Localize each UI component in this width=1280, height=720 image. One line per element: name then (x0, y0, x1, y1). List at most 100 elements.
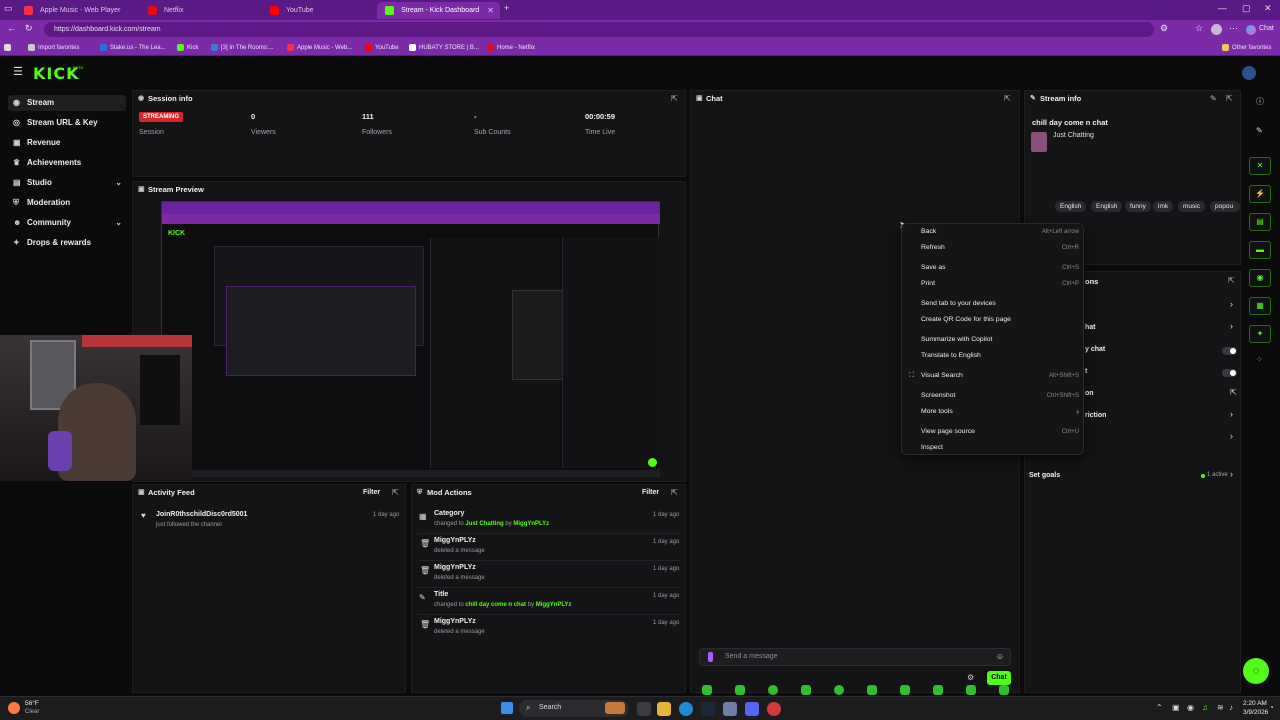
rail-chat-icon[interactable]: ▬ (1249, 241, 1271, 259)
toggle-switch[interactable] (1222, 369, 1237, 377)
mod-action-name[interactable]: MiggYnPLYz (434, 564, 476, 571)
ctx-save-as[interactable]: Save as Ctrl+S (902, 260, 1085, 276)
info-icon[interactable]: ⓘ (1256, 96, 1264, 107)
tray-chevron-icon[interactable]: ⌃ (1156, 703, 1163, 712)
rail-layout-icon[interactable]: ▦ (1249, 297, 1271, 315)
task-view-icon[interactable] (637, 702, 651, 716)
ctx-send-tab[interactable]: Send tab to your devices (902, 296, 1085, 312)
url-input[interactable]: https://dashboard.kick.com/stream (44, 22, 1154, 37)
tab-apple-music[interactable]: Apple Music - Web Player (16, 2, 140, 19)
ctx-view-source[interactable]: View page source Ctrl+U (902, 424, 1085, 440)
sidebar-item-achievements[interactable]: ♛ Achievements (8, 155, 126, 171)
bookmark-apple-music[interactable]: Apple Music - Web... (287, 42, 352, 54)
settings-icon[interactable] (723, 702, 737, 716)
sidebar-item-stream[interactable]: ◉ Stream (8, 95, 126, 111)
popout-icon[interactable]: ⇱ (1226, 94, 1233, 103)
stream-tag[interactable]: music (1178, 201, 1205, 212)
category-thumbnail[interactable] (1031, 132, 1047, 152)
copilot-icon[interactable] (1246, 25, 1256, 35)
stream-tag[interactable]: funny (1125, 201, 1151, 212)
quick-action-row[interactable]: hat (1085, 324, 1096, 331)
toggle-switch[interactable] (1222, 347, 1237, 355)
rail-broadcast-icon[interactable]: ◉ (1249, 269, 1271, 287)
new-tab-button[interactable]: + (504, 3, 509, 13)
more-menu-icon[interactable]: ⋯ (1229, 23, 1238, 34)
ctx-refresh[interactable]: Refresh Ctrl+R (902, 240, 1085, 256)
activity-filter-button[interactable]: Filter (363, 485, 380, 501)
sidebar-item-studio[interactable]: ▤ Studio ⌄ (8, 175, 126, 191)
popout-icon[interactable]: ⇱ (392, 488, 399, 497)
maximize-icon[interactable]: ▢ (1242, 3, 1251, 14)
quick-action-row[interactable]: on (1085, 390, 1094, 397)
tab-youtube[interactable]: YouTube (262, 2, 376, 19)
rail-tool-button[interactable]: ✕ (1249, 157, 1271, 175)
chevron-right-icon[interactable]: › (1230, 469, 1233, 479)
ctx-visual-search[interactable]: ⛶ Visual Search Alt+Shift+S (902, 368, 1085, 384)
bookmark-youtube[interactable]: YouTube (365, 42, 399, 54)
sidebar-item-revenue[interactable]: ▣ Revenue (8, 135, 126, 151)
bookmarks-icon[interactable] (4, 42, 14, 54)
emote-icon[interactable] (768, 685, 778, 695)
ctx-screenshot[interactable]: Screenshot Ctrl+Shift+S (902, 388, 1085, 404)
tray-app-icon[interactable]: ▣ (1172, 703, 1180, 712)
ctx-create-qr-code[interactable]: Create QR Code for this page (902, 312, 1085, 328)
stream-category[interactable]: Just Chatting (1053, 132, 1094, 139)
rail-more-icon[interactable]: ⁘ (1256, 355, 1263, 364)
popout-icon[interactable]: ⇱ (1228, 276, 1235, 285)
popout-icon[interactable]: ⇱ (671, 94, 678, 103)
chat-input-box[interactable]: Send a message ☺ (699, 648, 1011, 666)
obs-icon[interactable] (767, 702, 781, 716)
emote-icon[interactable] (801, 685, 811, 695)
stream-tag[interactable]: lmk (1153, 201, 1174, 212)
emote-icon[interactable] (867, 685, 877, 695)
emote-icon[interactable] (966, 685, 976, 695)
notification-bell-icon[interactable]: ◔ (1269, 703, 1274, 712)
back-arrow-icon[interactable]: ← (7, 23, 16, 33)
clock-date[interactable]: 3/9/2026 (1243, 709, 1268, 716)
chat-send-button[interactable]: Chat (987, 671, 1011, 685)
emote-icon[interactable] (735, 685, 745, 695)
tab-kick-dashboard[interactable]: Stream - Kick Dashboard ✕ (377, 2, 500, 19)
sidebar-item-drops-rewards[interactable]: ✦ Drops & rewards (8, 235, 126, 251)
tray-app-icon[interactable]: ◉ (1187, 703, 1194, 712)
emote-icon[interactable] (999, 685, 1009, 695)
emoji-icon[interactable]: ☺ (996, 652, 1004, 661)
chevron-right-icon[interactable]: › (1230, 431, 1233, 441)
hamburger-menu-icon[interactable]: ☰ (13, 65, 23, 78)
wifi-icon[interactable]: ≋ (1217, 703, 1224, 712)
bookmark-kick[interactable]: Kick (177, 42, 198, 54)
popout-icon[interactable]: ⇱ (1004, 94, 1011, 103)
chat-settings-icon[interactable]: ⚙ (967, 673, 974, 682)
ctx-more-tools[interactable]: More tools › (902, 404, 1085, 420)
close-tab-icon[interactable]: ✕ (487, 2, 494, 19)
file-explorer-icon[interactable] (657, 702, 671, 716)
ctx-print[interactable]: Print Ctrl+P (902, 276, 1085, 292)
copilot-label[interactable]: Chat (1259, 25, 1274, 32)
rail-clipboard-icon[interactable]: ▤ (1249, 213, 1271, 231)
profile-avatar[interactable] (1211, 24, 1222, 35)
stream-preview-video[interactable]: KICK (161, 201, 660, 477)
bookmark-import-favorites[interactable]: Import favorites (28, 42, 79, 54)
ctx-summarize-copilot[interactable]: Summarize with Copilot (902, 332, 1085, 348)
sidebar-item-community[interactable]: ☻ Community ⌄ (8, 215, 126, 231)
quick-action-row[interactable]: y chat (1085, 346, 1105, 353)
volume-icon[interactable]: ♪ (1229, 703, 1233, 712)
weather-temp[interactable]: 56°F (25, 700, 39, 707)
quick-action-row[interactable]: t (1085, 368, 1087, 375)
windows-start-icon[interactable] (501, 702, 513, 714)
refresh-icon[interactable]: ↻ (25, 23, 33, 34)
ctx-inspect[interactable]: Inspect (902, 440, 1085, 456)
external-link-icon[interactable]: ⇱ (1230, 388, 1237, 397)
emote-icon[interactable] (933, 685, 943, 695)
edge-icon[interactable] (679, 702, 693, 716)
minimize-icon[interactable]: — (1218, 3, 1227, 13)
quick-action-row[interactable]: riction (1085, 412, 1106, 419)
mod-filter-button[interactable]: Filter (642, 485, 659, 501)
ctx-back[interactable]: Back Alt+Left arrow (902, 224, 1085, 240)
close-window-icon[interactable]: ✕ (1264, 3, 1272, 14)
discord-icon[interactable] (745, 702, 759, 716)
emote-icon[interactable] (900, 685, 910, 695)
set-goals-label[interactable]: Set goals (1029, 472, 1060, 479)
emote-icon[interactable] (702, 685, 712, 695)
floating-chat-button[interactable]: ◌ (1243, 658, 1269, 684)
